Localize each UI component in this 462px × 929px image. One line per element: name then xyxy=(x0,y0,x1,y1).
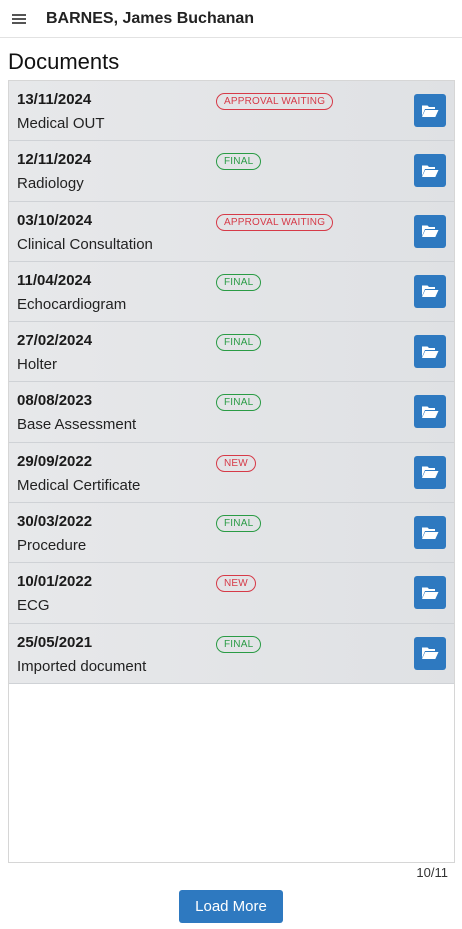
status-badge: NEW xyxy=(216,575,256,593)
open-folder-button[interactable] xyxy=(414,636,446,670)
folder-open-icon xyxy=(422,346,439,358)
document-type: ECG xyxy=(17,597,50,615)
document-date: 30/03/2022 xyxy=(17,513,93,531)
open-folder-button[interactable] xyxy=(414,395,446,429)
document-row[interactable]: 27/02/2024 Holter FINAL xyxy=(9,322,454,383)
folder-open-icon xyxy=(422,647,439,660)
document-row[interactable]: 11/04/2024 Echocardiogram FINAL xyxy=(9,261,454,323)
document-type: Clinical Consultation xyxy=(17,235,153,253)
document-row[interactable]: 30/03/2022 Procedure FINAL xyxy=(9,503,454,564)
document-row[interactable]: 08/08/2023 Base Assessment FINAL xyxy=(9,382,454,443)
document-type: Echocardiogram xyxy=(17,295,127,313)
document-row[interactable]: 10/01/2022 ECG NEW xyxy=(9,563,454,624)
document-date: 25/05/2021 xyxy=(17,633,93,651)
open-folder-button[interactable] xyxy=(414,516,446,550)
document-type: Medical OUT xyxy=(17,115,105,132)
page-title: Documents xyxy=(8,49,120,74)
document-date: 10/01/2022 xyxy=(17,573,93,591)
status-badge: NEW xyxy=(216,454,256,472)
open-folder-button[interactable] xyxy=(414,154,446,188)
top-bar: BARNES, James Buchanan xyxy=(0,0,462,38)
document-row[interactable]: 03/10/2024 Clinical Consultation APPROVAL … xyxy=(9,201,454,262)
document-date: 13/11/2024 xyxy=(17,91,92,108)
document-type: Procedure xyxy=(17,537,87,555)
status-badge: FINAL xyxy=(216,515,262,533)
folder-open-icon xyxy=(422,225,439,238)
open-folder-button[interactable] xyxy=(414,455,446,489)
status-badge: APPROVAL WAITING xyxy=(216,93,334,110)
document-date: 03/10/2024 xyxy=(17,211,93,229)
folder-open-icon xyxy=(422,466,439,479)
status-badge: FINAL xyxy=(216,273,262,291)
document-type: Holter xyxy=(17,356,58,374)
load-more-button[interactable]: Load More xyxy=(179,890,283,923)
document-date: 12/11/2024 xyxy=(17,151,92,169)
document-row[interactable]: 29/09/2022 Medical Certificate NEW xyxy=(9,442,454,504)
patient-name: BARNES, James Buchanan xyxy=(46,9,255,27)
folder-open-icon xyxy=(422,165,439,177)
open-folder-button[interactable] xyxy=(414,94,446,127)
folder-open-icon xyxy=(422,285,439,298)
open-folder-button[interactable] xyxy=(414,576,446,610)
documents-list: 13/11/2024 Medical OUT APPROVAL WAITING 12/… xyxy=(8,80,455,863)
document-type: Imported document xyxy=(17,657,147,675)
status-badge: APPROVAL WAITING xyxy=(216,213,334,231)
status-badge: FINAL xyxy=(216,635,262,653)
document-row[interactable]: 12/11/2024 Radiology FINAL xyxy=(9,141,454,202)
document-type: Radiology xyxy=(17,175,84,193)
document-row[interactable]: 13/11/2024 Medical OUT APPROVAL WAITING xyxy=(9,81,454,142)
status-badge: FINAL xyxy=(216,153,262,171)
document-count: 10/11 xyxy=(416,865,448,880)
document-date: 29/09/2022 xyxy=(17,452,93,470)
status-badge: FINAL xyxy=(216,334,262,352)
document-date: 27/02/2024 xyxy=(17,332,93,350)
folder-open-icon xyxy=(422,406,439,418)
status-badge: FINAL xyxy=(216,394,262,412)
document-row[interactable]: 25/05/2021 Imported document FINAL xyxy=(9,623,454,684)
open-folder-button[interactable] xyxy=(414,335,446,369)
open-folder-button[interactable] xyxy=(414,214,446,248)
folder-open-icon xyxy=(422,527,439,539)
document-type: Medical Certificate xyxy=(17,476,141,494)
open-folder-button[interactable] xyxy=(414,274,446,308)
document-date: 08/08/2023 xyxy=(17,392,93,410)
hamburger-menu-icon[interactable] xyxy=(0,0,38,38)
document-type: Base Assessment xyxy=(17,416,137,434)
folder-open-icon xyxy=(422,587,439,599)
folder-open-icon xyxy=(422,105,439,117)
document-date: 11/04/2024 xyxy=(17,271,92,289)
